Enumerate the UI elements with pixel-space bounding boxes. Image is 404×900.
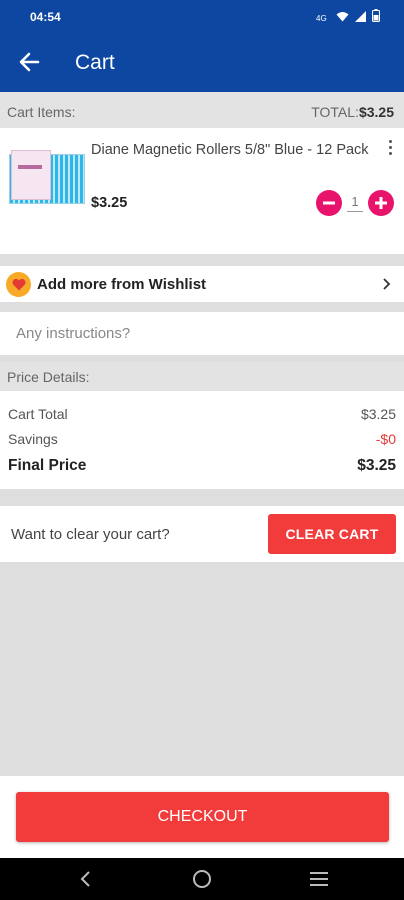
back-arrow-icon[interactable] [16, 48, 44, 76]
heart-icon [6, 272, 31, 297]
savings-row: Savings -$0 [8, 431, 396, 447]
final-price-label: Final Price [8, 457, 87, 474]
cart-total-row-value: $3.25 [360, 406, 396, 422]
nav-back-icon[interactable] [78, 869, 94, 889]
clear-cart-button[interactable]: CLEAR CART [268, 514, 396, 554]
battery-icon [372, 9, 380, 27]
status-icons: 4G [316, 9, 380, 27]
quantity-value: 1 [347, 194, 363, 212]
final-price-value: $3.25 [357, 457, 396, 474]
cart-total-row: Cart Total $3.25 [8, 406, 396, 422]
cart-total-value: $3.25 [358, 104, 394, 120]
volte-icon: 4G [316, 9, 330, 27]
cart-item: Diane Magnetic Rollers 5/8" Blue - 12 Pa… [0, 128, 404, 254]
checkout-button[interactable]: CHECKOUT [16, 792, 389, 842]
cart-total-row-label: Cart Total [8, 406, 68, 422]
instructions-field-container [0, 312, 404, 355]
more-vert-icon[interactable] [388, 140, 394, 158]
status-time: 04:54 [30, 10, 61, 24]
minus-icon [323, 201, 335, 205]
chevron-right-icon [382, 277, 392, 291]
price-details-card: Cart Total $3.25 Savings -$0 Final Price… [0, 391, 404, 489]
system-navigation-bar [0, 858, 404, 900]
clear-cart-question: Want to clear your cart? [11, 526, 170, 543]
clear-cart-card: Want to clear your cart? CLEAR CART [0, 506, 404, 562]
status-bar: 04:54 4G [0, 0, 404, 34]
savings-value: -$0 [375, 431, 396, 447]
svg-text:4G: 4G [316, 14, 327, 22]
cart-total-label: TOTAL: [311, 104, 359, 120]
add-from-wishlist-row[interactable]: Add more from Wishlist [0, 266, 404, 302]
product-price: $3.25 [91, 195, 128, 211]
final-price-row: Final Price $3.25 [8, 457, 396, 475]
checkout-bar: CHECKOUT [0, 776, 404, 858]
instructions-input[interactable] [0, 312, 404, 355]
cart-total-summary: TOTAL:$3.25 [311, 104, 394, 120]
product-name[interactable]: Diane Magnetic Rollers 5/8" Blue - 12 Pa… [91, 140, 371, 161]
product-image[interactable] [9, 150, 85, 208]
wishlist-label: Add more from Wishlist [37, 276, 207, 293]
price-details-header: Price Details: [0, 362, 404, 390]
savings-label: Savings [8, 431, 58, 447]
page-title: Cart [75, 51, 115, 74]
nav-recents-icon[interactable] [310, 872, 328, 886]
nav-home-icon[interactable] [193, 870, 211, 888]
signal-icon [355, 9, 366, 27]
quantity-decrease-button[interactable] [316, 190, 342, 216]
cart-items-header: Cart Items: TOTAL:$3.25 [0, 92, 404, 128]
price-details-label: Price Details: [7, 369, 90, 385]
plus-icon [375, 197, 387, 209]
wifi-icon [336, 9, 349, 27]
app-bar: Cart [0, 34, 404, 92]
quantity-increase-button[interactable] [368, 190, 394, 216]
cart-items-label: Cart Items: [7, 104, 76, 120]
